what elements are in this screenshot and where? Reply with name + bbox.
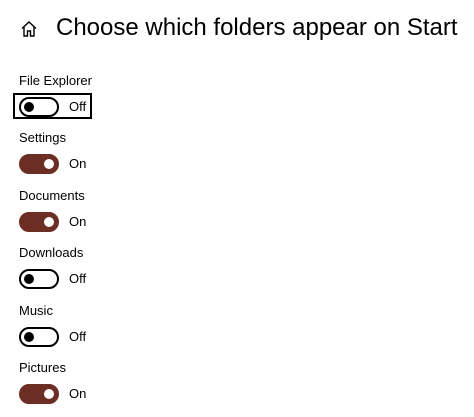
toggle-row: On [19, 384, 86, 404]
setting-pictures: Pictures On [19, 360, 86, 404]
toggle-state-label: On [69, 156, 87, 171]
documents-toggle[interactable] [19, 212, 59, 232]
setting-music: Music Off [19, 303, 86, 347]
setting-label: File Explorer [19, 73, 92, 88]
home-icon[interactable] [20, 20, 38, 38]
toggle-state-label: Off [69, 271, 87, 286]
toggle-knob [24, 102, 34, 112]
page-header: Choose which folders appear on Start [20, 10, 458, 46]
setting-file-explorer: File Explorer Off [13, 73, 92, 119]
toggle-wrap: On [19, 212, 86, 232]
toggle-row: On [19, 154, 86, 174]
toggle-wrap: Off [19, 327, 86, 347]
toggle-wrap: Off [13, 93, 92, 119]
toggle-knob [24, 332, 34, 342]
toggle-row: On [19, 212, 86, 232]
setting-label: Downloads [19, 245, 84, 260]
setting-label: Documents [19, 188, 85, 203]
toggle-wrap: On [19, 384, 86, 404]
toggle-state-label: On [69, 386, 87, 401]
downloads-toggle[interactable] [19, 269, 59, 289]
music-toggle[interactable] [19, 327, 59, 347]
toggle-state-label: Off [69, 329, 87, 344]
setting-label: Music [19, 303, 53, 318]
settings-page: Choose which folders appear on Start Fil… [0, 0, 474, 417]
toggle-wrap: Off [19, 269, 86, 289]
toggle-row: Off [19, 327, 86, 347]
pictures-toggle[interactable] [19, 384, 59, 404]
setting-documents: Documents On [19, 188, 86, 232]
setting-downloads: Downloads Off [19, 245, 86, 289]
toggle-knob [44, 389, 54, 399]
setting-settings: Settings On [19, 130, 86, 174]
settings-toggle[interactable] [19, 154, 59, 174]
setting-label: Settings [19, 130, 66, 145]
toggle-wrap: On [19, 154, 86, 174]
toggle-state-label: On [69, 214, 87, 229]
file-explorer-toggle[interactable] [19, 97, 59, 117]
toggle-knob [44, 217, 54, 227]
toggle-knob [24, 274, 34, 284]
toggle-row: Off [13, 93, 92, 119]
toggle-knob [44, 159, 54, 169]
page-title: Choose which folders appear on Start [56, 14, 458, 41]
toggle-row: Off [19, 269, 86, 289]
setting-label: Pictures [19, 360, 66, 375]
